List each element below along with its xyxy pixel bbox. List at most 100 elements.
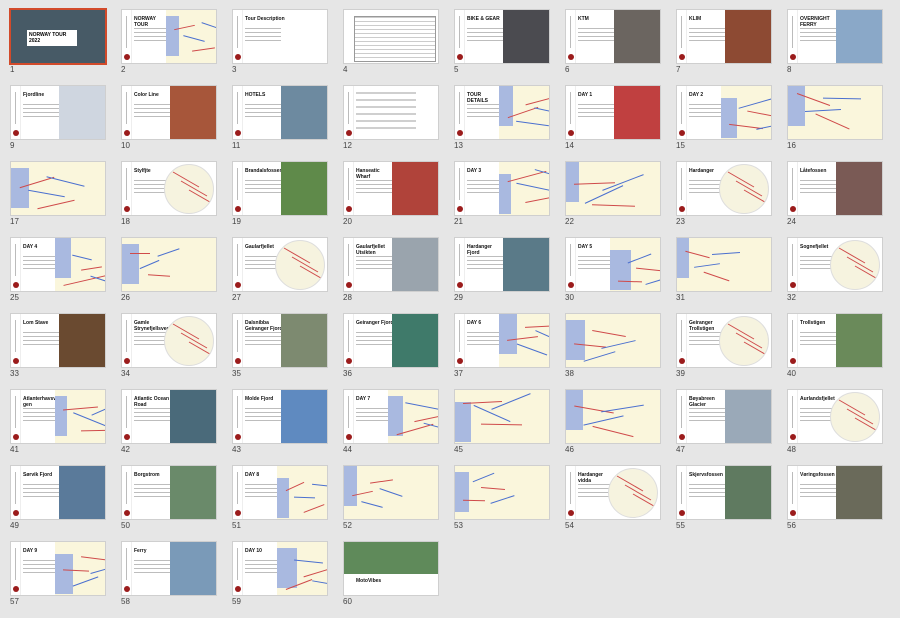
slide-preview[interactable]	[10, 161, 106, 216]
slide-thumbnail[interactable]: Borgstrom 50	[121, 465, 217, 533]
slide-thumbnail[interactable]: 26	[121, 237, 217, 305]
slide-thumbnail[interactable]: Skjervsfossen 55	[676, 465, 772, 533]
slide-thumbnail[interactable]: Aurlandsfjellet 48	[787, 389, 883, 457]
slide-thumbnail[interactable]: MotoVibes 60	[343, 541, 439, 609]
slide-preview[interactable]: Gaularfjellet Utsikten	[343, 237, 439, 292]
slide-preview[interactable]: Atlantic Ocean Road	[121, 389, 217, 444]
slide-preview[interactable]: Tour Description	[232, 9, 328, 64]
slide-preview[interactable]: NORWAY TOUR	[121, 9, 217, 64]
slide-preview[interactable]: DAY 1	[565, 85, 661, 140]
slide-thumbnail[interactable]: Hardanger vidda 54	[565, 465, 661, 533]
slide-thumbnail[interactable]: Geiranger Trollstigen 39	[676, 313, 772, 381]
slide-preview[interactable]	[454, 465, 550, 520]
slide-preview[interactable]	[565, 161, 661, 216]
slide-thumbnail[interactable]: 31	[676, 237, 772, 305]
slide-preview[interactable]: MotoVibes	[343, 541, 439, 596]
slide-preview[interactable]: OVERNIGHT FERRY	[787, 9, 883, 64]
slide-thumbnail[interactable]: DAY 6 37	[454, 313, 550, 381]
slide-thumbnail[interactable]: Bøyabreen Glacier 47	[676, 389, 772, 457]
slide-thumbnail[interactable]: Geiranger Fjord 36	[343, 313, 439, 381]
slide-thumbnail[interactable]: KLIM 7	[676, 9, 772, 77]
slide-thumbnail[interactable]: Atlantic Ocean Road 42	[121, 389, 217, 457]
slide-preview[interactable]: Hardanger	[676, 161, 772, 216]
slide-preview[interactable]: BIKE & GEAR	[454, 9, 550, 64]
slide-preview[interactable]: Låtefossen	[787, 161, 883, 216]
slide-thumbnail[interactable]: Lom Stave 33	[10, 313, 106, 381]
slide-thumbnail[interactable]: Atlanterhavsve gen 41	[10, 389, 106, 457]
slide-thumbnail[interactable]: Vøringsfossen 56	[787, 465, 883, 533]
slide-preview[interactable]	[121, 237, 217, 292]
slide-thumbnail[interactable]: 12	[343, 85, 439, 153]
slide-preview[interactable]	[676, 237, 772, 292]
slide-thumbnail[interactable]: Hardanger 23	[676, 161, 772, 229]
slide-preview[interactable]: Hardanger vidda	[565, 465, 661, 520]
slide-thumbnail[interactable]: DAY 4 25	[10, 237, 106, 305]
slide-preview[interactable]: Skjervsfossen	[676, 465, 772, 520]
slide-preview[interactable]: Geiranger Fjord	[343, 313, 439, 368]
slide-thumbnail[interactable]: Trollstigen 40	[787, 313, 883, 381]
slide-preview[interactable]: TOUR DETAILS	[454, 85, 550, 140]
slide-thumbnail[interactable]: 17	[10, 161, 106, 229]
slide-preview[interactable]: Ferry	[121, 541, 217, 596]
slide-preview[interactable]: Sørvik Fjord	[10, 465, 106, 520]
slide-thumbnail[interactable]: KTM 6	[565, 9, 661, 77]
slide-preview[interactable]: DAY 10	[232, 541, 328, 596]
slide-preview[interactable]	[343, 85, 439, 140]
slide-preview[interactable]: Stylfjte	[121, 161, 217, 216]
slide-thumbnail[interactable]: 45	[454, 389, 550, 457]
slide-preview[interactable]: Borgstrom	[121, 465, 217, 520]
slide-preview[interactable]: NORWAY TOUR 2022	[9, 8, 107, 65]
slide-thumbnail[interactable]: 53	[454, 465, 550, 533]
slide-preview[interactable]: Molde Fjord	[232, 389, 328, 444]
slide-preview[interactable]: DAY 4	[10, 237, 106, 292]
slide-thumbnail[interactable]: Molde Fjord 43	[232, 389, 328, 457]
slide-preview[interactable]: DAY 8	[232, 465, 328, 520]
slide-thumbnail[interactable]: NORWAY TOUR 2022 1	[9, 8, 107, 77]
slide-preview[interactable]: DAY 3	[454, 161, 550, 216]
slide-preview[interactable]: DAY 7	[343, 389, 439, 444]
slide-preview[interactable]	[787, 85, 883, 140]
slide-thumbnail[interactable]: Tour Description 3	[232, 9, 328, 77]
slide-preview[interactable]	[565, 389, 661, 444]
slide-preview[interactable]: Gamle Strynefjellsvegen	[121, 313, 217, 368]
slide-thumbnail[interactable]: HOTELS 11	[232, 85, 328, 153]
slide-thumbnail[interactable]: DAY 2 15	[676, 85, 772, 153]
slide-preview[interactable]	[565, 313, 661, 368]
slide-thumbnail[interactable]: Hardanger Fjord 29	[454, 237, 550, 305]
slide-preview[interactable]: Geiranger Trollstigen	[676, 313, 772, 368]
slide-thumbnail[interactable]: OVERNIGHT FERRY 8	[787, 9, 883, 77]
slide-preview[interactable]	[454, 389, 550, 444]
slide-thumbnail[interactable]: DAY 5 30	[565, 237, 661, 305]
slide-preview[interactable]: Hanseatic Wharf	[343, 161, 439, 216]
slide-thumbnail[interactable]: DAY 7 44	[343, 389, 439, 457]
slide-preview[interactable]: KTM	[565, 9, 661, 64]
slide-preview[interactable]	[343, 465, 439, 520]
slide-preview[interactable]: Color Line	[121, 85, 217, 140]
slide-preview[interactable]: KLIM	[676, 9, 772, 64]
slide-preview[interactable]: Bøyabreen Glacier	[676, 389, 772, 444]
slide-preview[interactable]: Dalsnibba Geiranger Fjord	[232, 313, 328, 368]
slide-preview[interactable]: Sognefjellet	[787, 237, 883, 292]
slide-preview[interactable]: HOTELS	[232, 85, 328, 140]
slide-preview[interactable]: DAY 5	[565, 237, 661, 292]
slide-thumbnail[interactable]: Stylfjte 18	[121, 161, 217, 229]
slide-preview[interactable]: DAY 6	[454, 313, 550, 368]
slide-thumbnail[interactable]: 52	[343, 465, 439, 533]
slide-thumbnail[interactable]: 22	[565, 161, 661, 229]
slide-preview[interactable]	[343, 9, 439, 64]
slide-thumbnail[interactable]: DAY 3 21	[454, 161, 550, 229]
slide-preview[interactable]: Gaularfjellet	[232, 237, 328, 292]
slide-preview[interactable]: Brandalsfossen	[232, 161, 328, 216]
slide-thumbnail[interactable]: Fjordline 9	[10, 85, 106, 153]
slide-thumbnail[interactable]: Låtefossen 24	[787, 161, 883, 229]
slide-thumbnail[interactable]: Gamle Strynefjellsvegen 34	[121, 313, 217, 381]
slide-thumbnail[interactable]: Sognefjellet 32	[787, 237, 883, 305]
slide-preview[interactable]: DAY 9	[10, 541, 106, 596]
slide-thumbnail[interactable]: Sørvik Fjord 49	[10, 465, 106, 533]
slide-thumbnail[interactable]: 4	[343, 9, 439, 77]
slide-thumbnail[interactable]: 38	[565, 313, 661, 381]
slide-preview[interactable]: Trollstigen	[787, 313, 883, 368]
slide-preview[interactable]: Aurlandsfjellet	[787, 389, 883, 444]
slide-thumbnail[interactable]: DAY 8 51	[232, 465, 328, 533]
slide-thumbnail[interactable]: DAY 10 59	[232, 541, 328, 609]
